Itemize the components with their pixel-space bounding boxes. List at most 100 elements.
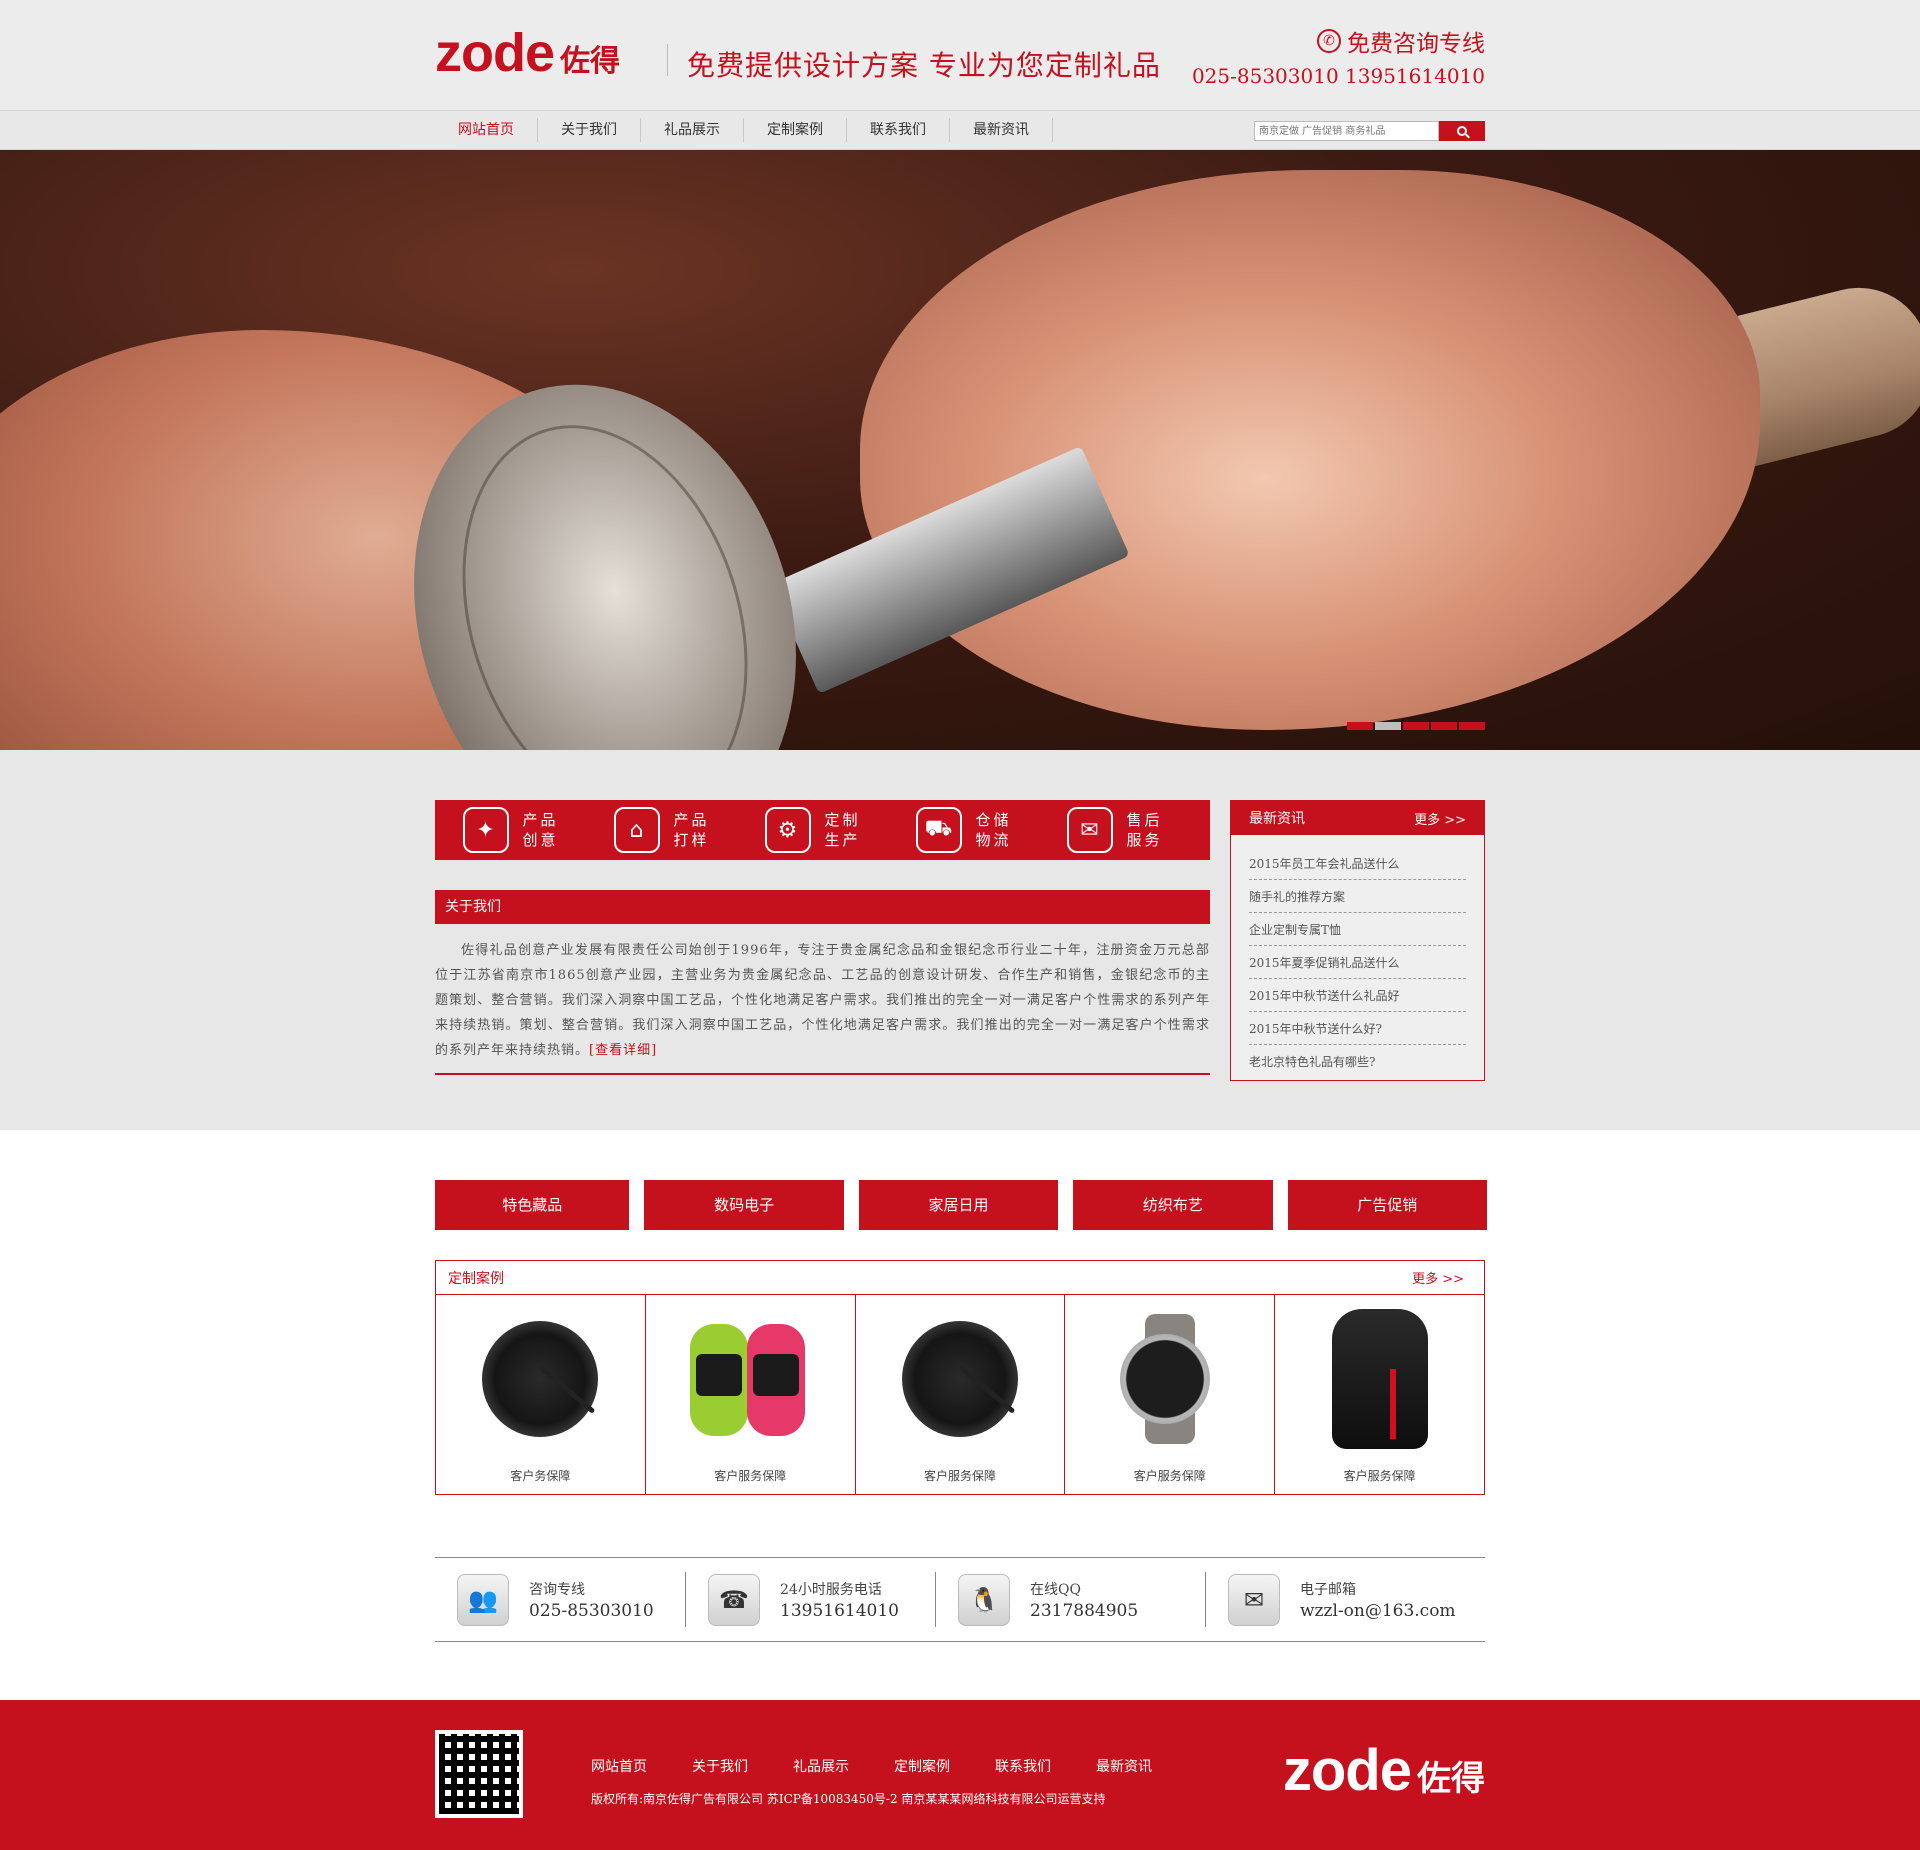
case-label: 客户服务保障 bbox=[1133, 1469, 1206, 1483]
compass-icon: ⌂ bbox=[613, 807, 660, 853]
service-label: 定制生产 bbox=[824, 811, 861, 849]
slider-dot[interactable] bbox=[1403, 722, 1429, 730]
news-item[interactable]: 2015年夏季促销礼品送什么 bbox=[1249, 946, 1466, 979]
about-more-link[interactable]: [查看详细] bbox=[589, 1043, 657, 1058]
category-collectibles[interactable]: 特色藏品 bbox=[435, 1180, 630, 1230]
qr-code bbox=[435, 1730, 523, 1818]
copyright: 版权所有:南京佐得广告有限公司 苏ICP备10083450号-2 南京某某某网络… bbox=[591, 1792, 1106, 1806]
news-item[interactable]: 老北京特色礼品有哪些? bbox=[1249, 1045, 1466, 1078]
service-item[interactable]: ✉ 售后服务 bbox=[1039, 807, 1190, 853]
about-heading: 关于我们 bbox=[435, 890, 1210, 924]
site-logo[interactable]: zode 佐得 bbox=[435, 26, 620, 80]
products-section: 特色藏品 数码电子 家居日用 纺织布艺 广告促销 定制案例 更多 >> 客户务保… bbox=[435, 1180, 1487, 1642]
mailbox-icon: ✉ bbox=[1228, 1573, 1280, 1626]
category-textile[interactable]: 纺织布艺 bbox=[1073, 1180, 1273, 1230]
nav-item-home[interactable]: 网站首页 bbox=[435, 118, 538, 142]
contact-value[interactable]: wzzl-on@163.com bbox=[1300, 1601, 1456, 1621]
banner-hand-right bbox=[860, 170, 1760, 730]
slider-pagination bbox=[1347, 722, 1485, 730]
footer-nav-about[interactable]: 关于我们 bbox=[692, 1756, 748, 1776]
category-tabs: 特色藏品 数码电子 家居日用 纺织布艺 广告促销 bbox=[435, 1180, 1487, 1230]
case-card[interactable]: 客户务保障 bbox=[436, 1295, 646, 1494]
contact-label: 在线QQ bbox=[1030, 1581, 1081, 1598]
nav-item-cases[interactable]: 定制案例 bbox=[744, 118, 847, 142]
contact-item: ☎ 24小时服务电话 13951614010 bbox=[686, 1572, 935, 1627]
news-item[interactable]: 企业定制专属T恤 bbox=[1249, 913, 1466, 946]
footer-logo: zode 佐得 bbox=[1283, 1742, 1485, 1800]
gears-icon: ⚙ bbox=[764, 807, 811, 853]
hotline-numbers: 025-85303010 13951614010 bbox=[1191, 64, 1485, 88]
footer-nav-contact[interactable]: 联系我们 bbox=[995, 1756, 1051, 1776]
footer-nav-cases[interactable]: 定制案例 bbox=[894, 1756, 950, 1776]
hotline-title: 免费咨询专线 bbox=[1347, 31, 1485, 57]
slogan-divider bbox=[667, 44, 668, 76]
news-more-link[interactable]: 更多 >> bbox=[1414, 809, 1466, 828]
contact-label: 24小时服务电话 bbox=[780, 1581, 882, 1598]
nav-item-contact[interactable]: 联系我们 bbox=[847, 118, 950, 142]
footer-nav: 网站首页 关于我们 礼品展示 定制案例 联系我们 最新资讯 bbox=[591, 1756, 1152, 1776]
footer-nav-gifts[interactable]: 礼品展示 bbox=[793, 1756, 849, 1776]
hero-banner[interactable] bbox=[0, 150, 1920, 750]
service-item[interactable]: ⛟ 仓储物流 bbox=[888, 807, 1039, 853]
case-card[interactable]: 客户服务保障 bbox=[1065, 1295, 1276, 1494]
backpack-product-image bbox=[1331, 1309, 1428, 1449]
site-footer: 网站首页 关于我们 礼品展示 定制案例 联系我们 最新资讯 版权所有:南京佐得广… bbox=[0, 1700, 1920, 1850]
service-label: 售后服务 bbox=[1126, 811, 1163, 849]
news-title: 最新资讯 bbox=[1249, 811, 1305, 827]
contact-item: 👥 咨询专线 025-85303010 bbox=[435, 1572, 685, 1627]
main-nav: 网站首页 关于我们 礼品展示 定制案例 联系我们 最新资讯 bbox=[0, 110, 1920, 150]
service-item[interactable]: ⌂ 产品打样 bbox=[586, 807, 737, 853]
nav-item-about[interactable]: 关于我们 bbox=[538, 118, 641, 142]
service-item[interactable]: ⚙ 定制生产 bbox=[737, 807, 888, 853]
contact-strip: 👥 咨询专线 025-85303010 ☎ 24小时服务电话 139516140… bbox=[435, 1557, 1485, 1642]
watch-product-image bbox=[1119, 1314, 1220, 1444]
intro-section: ✦ 产品创意 ⌂ 产品打样 ⚙ 定制生产 ⛟ 仓储物流 ✉ 售后服务 关于我们 … bbox=[0, 750, 1920, 1130]
slider-dot[interactable] bbox=[1431, 722, 1457, 730]
services-bar: ✦ 产品创意 ⌂ 产品打样 ⚙ 定制生产 ⛟ 仓储物流 ✉ 售后服务 bbox=[435, 800, 1210, 860]
chat-icon: ✉ bbox=[1066, 807, 1113, 853]
slider-dot[interactable] bbox=[1347, 722, 1373, 730]
category-promotion[interactable]: 广告促销 bbox=[1287, 1180, 1487, 1230]
cases-title: 定制案例 bbox=[448, 1270, 504, 1287]
case-label: 客户服务保障 bbox=[923, 1469, 996, 1483]
news-panel: 最新资讯 更多 >> 2015年员工年会礼品送什么 随手礼的推荐方案 企业定制专… bbox=[1230, 800, 1485, 1081]
slider-dot-active[interactable] bbox=[1375, 722, 1401, 730]
footer-nav-home[interactable]: 网站首页 bbox=[591, 1756, 647, 1776]
news-item[interactable]: 随手礼的推荐方案 bbox=[1249, 880, 1466, 913]
contact-value: 13951614010 bbox=[780, 1600, 899, 1621]
news-item[interactable]: 2015年员工年会礼品送什么 bbox=[1249, 847, 1466, 880]
service-label: 仓储物流 bbox=[975, 811, 1012, 849]
slider-dot[interactable] bbox=[1459, 722, 1485, 730]
nav-item-gifts[interactable]: 礼品展示 bbox=[641, 118, 744, 142]
case-label: 客户服务保障 bbox=[714, 1469, 787, 1483]
news-item[interactable]: 2015年中秋节送什么礼品好 bbox=[1249, 979, 1466, 1012]
speaker-product-image bbox=[482, 1321, 599, 1437]
case-label: 客户服务保障 bbox=[1343, 1469, 1416, 1483]
about-paragraph: 佐得礼品创意产业发展有限责任公司始创于1996年，专注于贵金属纪念品和金银纪念币… bbox=[435, 943, 1210, 1058]
logo-text-cn: 佐得 bbox=[560, 44, 621, 79]
case-card[interactable]: 客户服务保障 bbox=[1275, 1295, 1484, 1494]
hotline: ✆ 免费咨询专线 025-85303010 13951614010 bbox=[1192, 24, 1485, 88]
site-header: zode 佐得 免费提供设计方案 专业为您定制礼品 ✆ 免费咨询专线 025-8… bbox=[0, 0, 1920, 110]
search-input[interactable] bbox=[1254, 121, 1439, 141]
case-card[interactable]: 客户服务保障 bbox=[646, 1295, 856, 1494]
logo-text-en: zode bbox=[435, 23, 555, 83]
news-item[interactable]: 2015年中秋节送什么好? bbox=[1249, 1012, 1466, 1045]
search-button[interactable] bbox=[1439, 121, 1485, 141]
category-home[interactable]: 家居日用 bbox=[858, 1180, 1059, 1230]
contact-item: 🐧 在线QQ 2317884905 bbox=[936, 1572, 1205, 1627]
service-label: 产品创意 bbox=[522, 811, 559, 849]
qq-penguin-icon: 🐧 bbox=[958, 1573, 1010, 1626]
service-item[interactable]: ✦ 产品创意 bbox=[435, 807, 586, 853]
contact-label: 咨询专线 bbox=[529, 1581, 585, 1598]
nav-item-news[interactable]: 最新资讯 bbox=[950, 118, 1053, 142]
cases-more-link[interactable]: 更多 >> bbox=[1412, 1268, 1464, 1287]
contact-value[interactable]: 2317884905 bbox=[1030, 1601, 1138, 1621]
case-card[interactable]: 客户服务保障 bbox=[856, 1295, 1066, 1494]
category-digital[interactable]: 数码电子 bbox=[644, 1180, 844, 1230]
footer-nav-news[interactable]: 最新资讯 bbox=[1096, 1756, 1152, 1776]
wristband-product-image bbox=[685, 1319, 815, 1439]
search-icon bbox=[1457, 126, 1467, 136]
cases-panel: 定制案例 更多 >> 客户务保障 客户服务保障 客户服务保障 客户服务保障 客户… bbox=[435, 1260, 1485, 1495]
footer-logo-en: zode bbox=[1282, 1738, 1412, 1803]
